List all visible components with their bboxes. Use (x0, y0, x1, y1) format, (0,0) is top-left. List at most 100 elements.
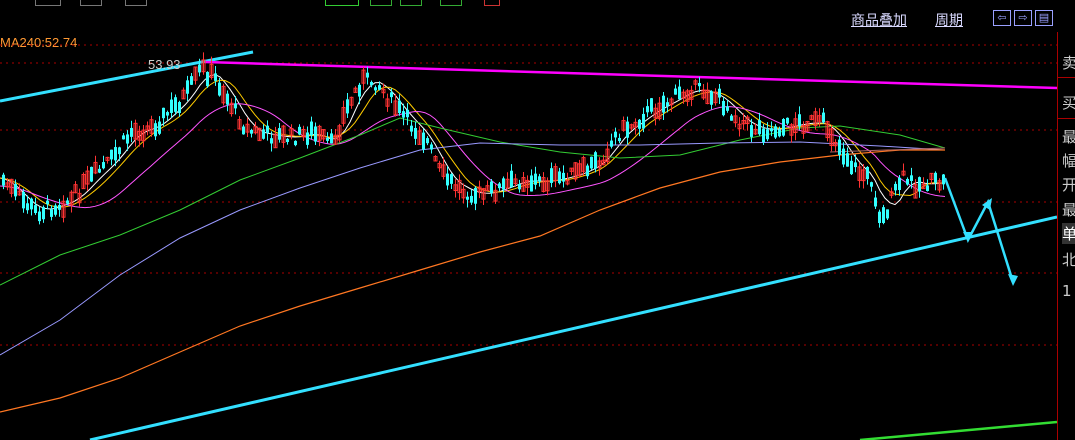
candle-down (294, 140, 297, 146)
candle-down (490, 181, 493, 194)
panel-separator (1058, 77, 1075, 78)
candle-down (550, 168, 553, 183)
candle-down (866, 166, 869, 180)
candle-down (850, 160, 853, 175)
candle-down (154, 123, 157, 137)
candle-down (874, 197, 877, 207)
candle-down (894, 183, 897, 191)
candle-down (122, 135, 125, 140)
quote-panel-item: 北 (1062, 249, 1075, 270)
candle-down (398, 100, 401, 114)
candle-down (698, 82, 701, 87)
candle-down (118, 147, 121, 155)
candle-down (722, 100, 725, 116)
tab-button[interactable] (80, 0, 102, 6)
candle-down (266, 125, 269, 133)
candle-down (298, 126, 301, 135)
candles (2, 52, 945, 228)
candle-down (846, 153, 849, 167)
candle-down (358, 84, 361, 97)
tab-button[interactable] (125, 0, 147, 6)
candlestick-chart[interactable]: 53.93 (0, 32, 1057, 440)
candle-down (326, 137, 329, 141)
candle-down (878, 211, 881, 223)
candle-down (774, 126, 777, 138)
tab-button[interactable] (400, 0, 422, 6)
close-tab-button[interactable] (484, 0, 500, 6)
tab-button[interactable] (440, 0, 462, 6)
candle-down (586, 165, 589, 177)
peak-price-label: 53.93 (148, 57, 181, 72)
add-product-link[interactable]: 商品叠加 (851, 10, 907, 30)
candle-down (882, 207, 885, 223)
candle-down (226, 93, 229, 105)
candle-down (770, 128, 773, 132)
candle-down (242, 126, 245, 135)
tab-button[interactable] (35, 0, 61, 6)
candle-down (50, 209, 53, 217)
candle-down (618, 137, 621, 142)
candle-down (538, 176, 541, 182)
candle-down (2, 174, 5, 186)
panel-icon[interactable]: ▤ (1035, 10, 1053, 26)
candle-down (666, 102, 669, 107)
candle-down (934, 172, 937, 183)
candle-down (422, 132, 425, 150)
candle-down (590, 156, 593, 169)
lower-green-line (859, 420, 1057, 440)
candle-down (674, 88, 677, 95)
arrow-right-icon[interactable]: ⇨ (1014, 10, 1032, 26)
candle-down (250, 129, 253, 134)
quote-panel-item: 幅 (1062, 150, 1075, 171)
arrow-head (1008, 274, 1018, 286)
candle-down (206, 71, 209, 87)
candle-down (446, 173, 449, 186)
candle-down (530, 175, 533, 192)
candle-down (534, 173, 537, 185)
candle-down (46, 200, 49, 205)
resistance-line (204, 60, 1057, 90)
candle-down (474, 187, 477, 204)
candle-down (450, 174, 453, 184)
candle-down (378, 85, 381, 90)
arrow-left-icon[interactable]: ⇦ (993, 10, 1011, 26)
candle-down (710, 91, 713, 105)
candle-down (822, 112, 825, 123)
quote-panel-item: 单 (1062, 223, 1075, 244)
candle-down (110, 149, 113, 160)
right-quote-panel: 卖买最幅开最单北1 (1057, 32, 1075, 440)
candle-down (234, 103, 237, 109)
candle-down (278, 128, 281, 140)
candle-down (466, 196, 469, 200)
candle-down (510, 170, 513, 188)
quote-panel-item: 1 (1062, 282, 1072, 300)
candle-down (330, 133, 333, 144)
candle-down (30, 198, 33, 210)
candle-down (594, 152, 597, 169)
candle-down (310, 121, 313, 136)
candle-down (130, 127, 133, 137)
candle-down (782, 119, 785, 136)
trend-lines (0, 50, 1057, 440)
candle-down (286, 138, 289, 143)
candle-down (90, 166, 93, 182)
candle-down (762, 128, 765, 143)
candle-down (262, 129, 265, 139)
candle-down (562, 172, 565, 182)
quote-panel-item: 开 (1062, 174, 1075, 195)
candle-down (870, 182, 873, 187)
candle-down (718, 88, 721, 98)
candle-down (910, 175, 913, 181)
candle-down (174, 97, 177, 112)
tab-button[interactable] (370, 0, 392, 6)
candle-down (750, 125, 753, 137)
candle-down (662, 95, 665, 113)
tab-button-active[interactable] (325, 0, 359, 6)
candle-down (498, 183, 501, 189)
candle-down (114, 147, 117, 161)
candle-down (98, 168, 101, 173)
candle-down (886, 209, 889, 219)
candle-down (726, 106, 729, 111)
period-link[interactable]: 周期 (935, 10, 963, 30)
panel-separator (1058, 118, 1075, 119)
